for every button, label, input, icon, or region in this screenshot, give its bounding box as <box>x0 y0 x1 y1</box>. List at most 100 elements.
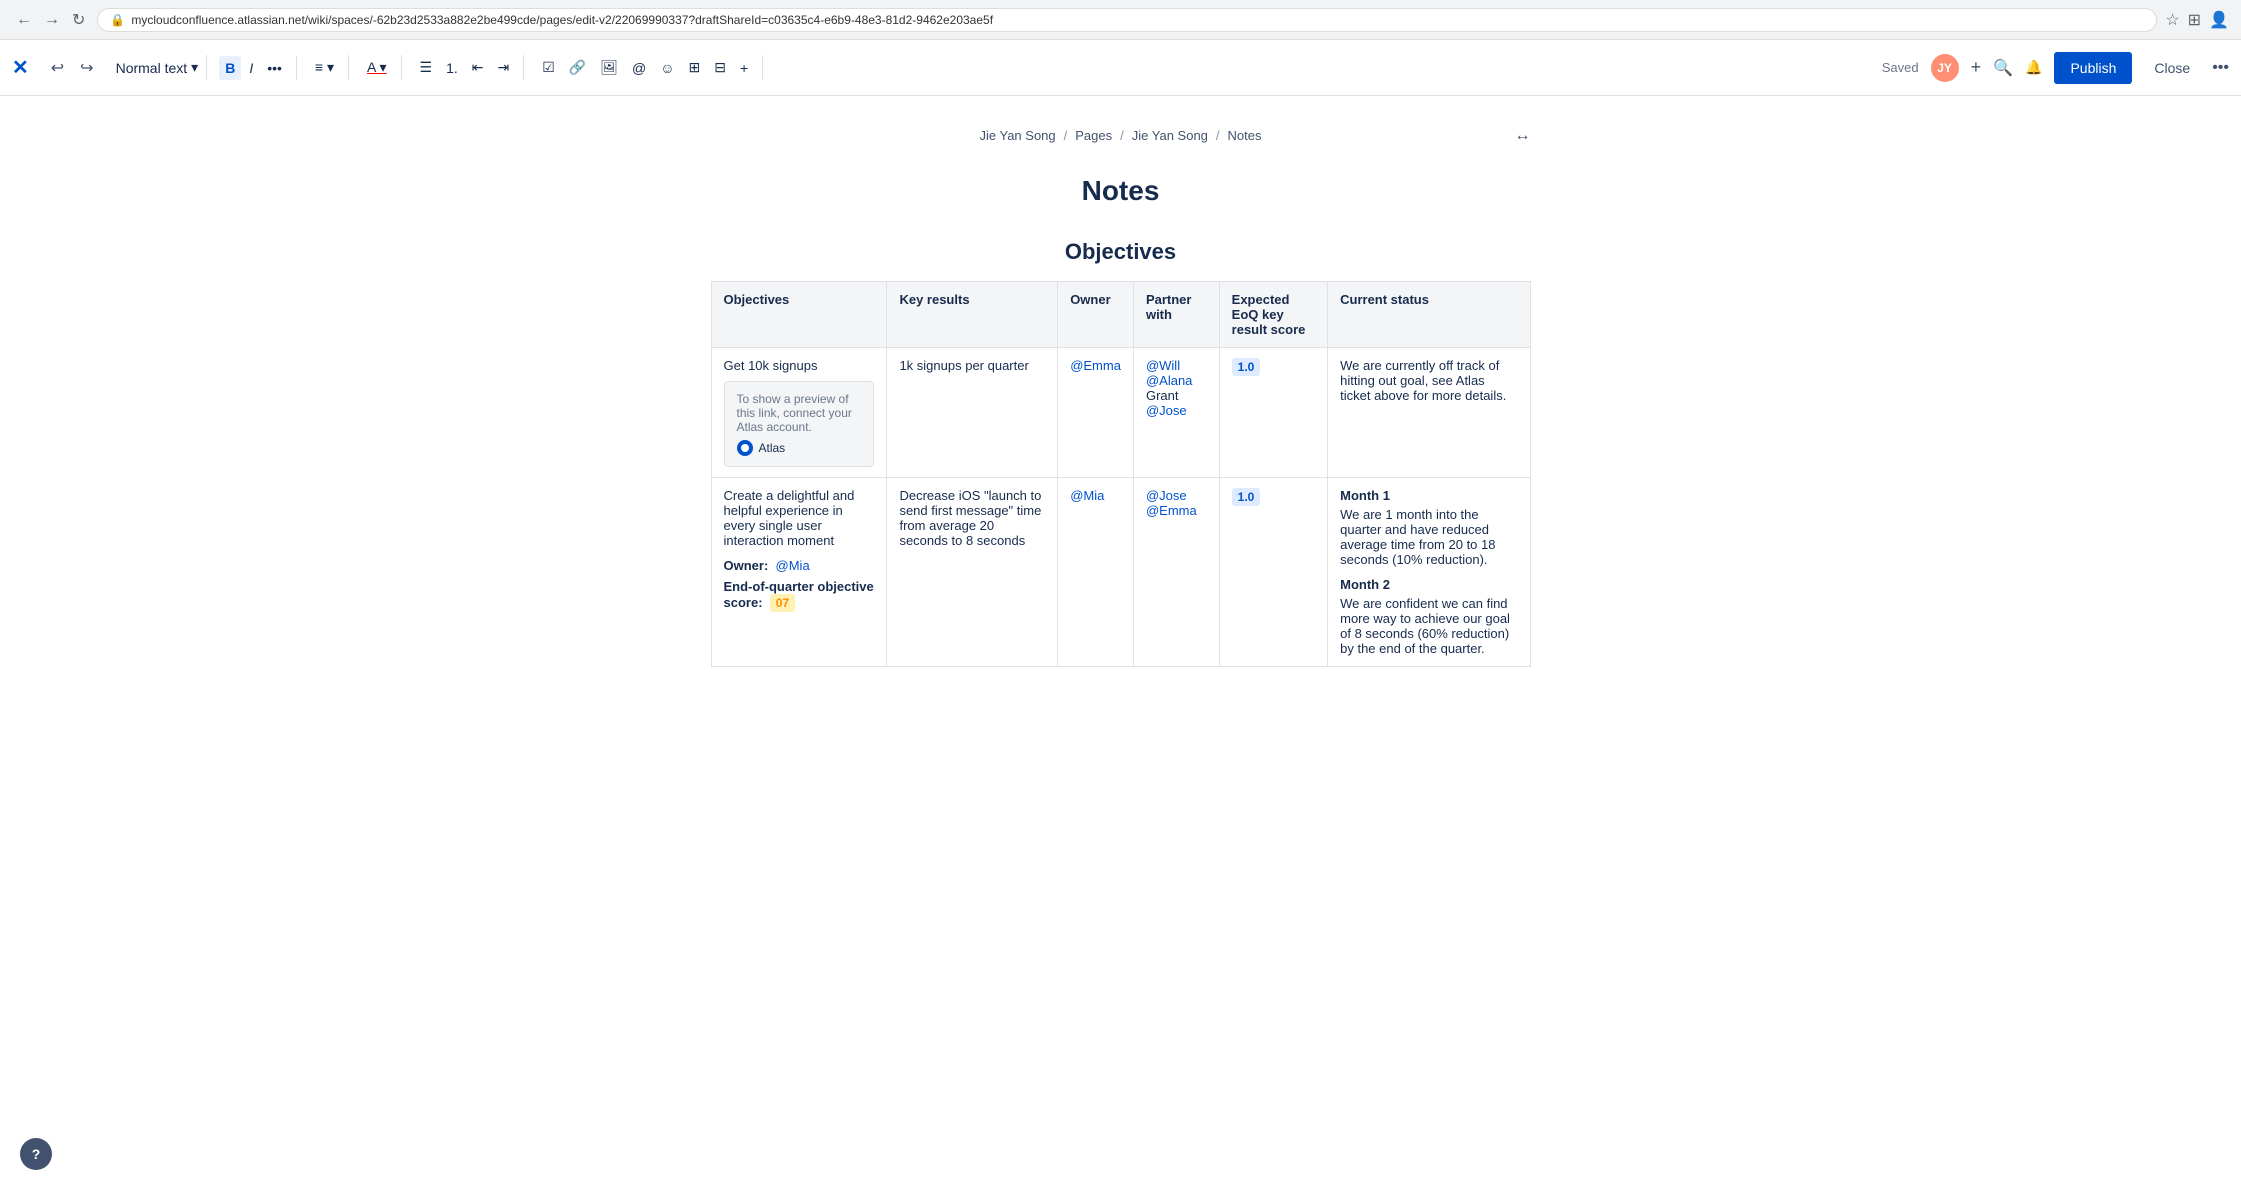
row2-eoq-label: End-of-quarter objective score: <box>724 579 874 610</box>
row1-score-badge: 1.0 <box>1232 358 1261 376</box>
row1-partner-jose[interactable]: @Jose <box>1146 403 1187 418</box>
row2-objective-main: Create a delightful and helpful experien… <box>724 488 875 548</box>
row2-month1-heading: Month 1 <box>1340 488 1517 503</box>
help-button[interactable]: ? <box>20 1138 52 1170</box>
objectives-table: Objectives Key results Owner Partner wit… <box>711 281 1531 667</box>
address-bar[interactable]: 🔒 mycloudconfluence.atlassian.net/wiki/s… <box>97 8 2157 32</box>
ordered-list-button[interactable]: 1. <box>440 56 464 80</box>
page-title[interactable]: Notes <box>711 175 1531 207</box>
breadcrumb: Jie Yan Song / Pages / Jie Yan Song / No… <box>711 120 1531 151</box>
atlas-preview-text: To show a preview of this link, connect … <box>737 392 862 434</box>
breadcrumb-item-author[interactable]: Jie Yan Song <box>1132 128 1208 143</box>
expand-width-button[interactable]: ↔ <box>1515 127 1531 145</box>
col-header-status: Current status <box>1328 282 1530 348</box>
browser-actions: ☆ ⊞ 👤 <box>2165 10 2229 30</box>
row1-key-results: 1k signups per quarter <box>887 348 1058 478</box>
outdent-button[interactable]: ⇤ <box>466 55 490 80</box>
profile-icon[interactable]: 👤 <box>2209 10 2229 30</box>
col-header-score: Expected EoQ key result score <box>1219 282 1327 348</box>
row2-owner-value[interactable]: @Mia <box>776 558 810 573</box>
breadcrumb-separator-3: / <box>1216 128 1220 143</box>
layout-button[interactable]: ⊟ <box>708 55 732 80</box>
breadcrumb-item-space[interactable]: Jie Yan Song <box>980 128 1056 143</box>
image-button[interactable]: 🖼 <box>594 55 624 80</box>
browser-chrome: ← → ↻ 🔒 mycloudconfluence.atlassian.net/… <box>0 0 2241 40</box>
table-button[interactable]: ⊞ <box>683 55 707 80</box>
confluence-logo[interactable]: ✕ <box>12 55 29 80</box>
atlas-link-preview: To show a preview of this link, connect … <box>724 381 875 467</box>
link-button[interactable]: 🔗 <box>563 55 592 80</box>
section-heading-objectives: Objectives <box>711 239 1531 265</box>
more-options-button[interactable]: ••• <box>2212 59 2229 77</box>
row1-objectives: Get 10k signups To show a preview of thi… <box>711 348 887 478</box>
forward-button[interactable]: → <box>40 8 64 32</box>
italic-button[interactable]: I <box>243 56 259 80</box>
text-style-label: Normal text <box>116 60 188 76</box>
search-button[interactable]: 🔍 <box>1993 58 2013 78</box>
mention-button[interactable]: @ <box>626 56 652 80</box>
row2-owner: @Mia <box>1058 478 1134 667</box>
toolbar-right: Saved JY + 🔍 🔔 Publish Close ••• <box>1882 52 2229 84</box>
unordered-list-button[interactable]: ☰ <box>414 55 439 80</box>
avatar[interactable]: JY <box>1931 54 1959 82</box>
confluence-toolbar: ✕ ↩ ↪ Normal text ▾ B I ••• ≡ ▾ A ▾ ☰ 1.… <box>0 40 2241 96</box>
publish-button[interactable]: Publish <box>2054 52 2132 84</box>
breadcrumb-separator-1: / <box>1064 128 1068 143</box>
row1-partner-will[interactable]: @Will <box>1146 358 1180 373</box>
row2-eoq-score: 07 <box>770 594 795 612</box>
row1-score: 1.0 <box>1219 348 1327 478</box>
row1-owner-mention[interactable]: @Emma <box>1070 358 1121 373</box>
row2-owner-line: Owner: @Mia <box>724 558 875 573</box>
atlas-logo: Atlas <box>737 440 862 456</box>
row2-partner-emma[interactable]: @Emma <box>1146 503 1197 518</box>
bold-button[interactable]: B <box>219 56 241 80</box>
back-button[interactable]: ← <box>12 8 36 32</box>
refresh-button[interactable]: ↻ <box>68 8 89 32</box>
bookmark-icon[interactable]: ☆ <box>2165 10 2179 30</box>
align-button[interactable]: ≡ ▾ <box>309 55 340 80</box>
add-collaborator-button[interactable]: + <box>1971 57 1982 78</box>
row1-partner-alana[interactable]: @Alana <box>1146 373 1192 388</box>
indent-button[interactable]: ⇥ <box>491 55 515 80</box>
notification-button[interactable]: 🔔 <box>2025 59 2042 76</box>
row2-owner-mention[interactable]: @Mia <box>1070 488 1104 503</box>
text-color-button[interactable]: A ▾ <box>361 55 392 80</box>
undo-button[interactable]: ↩ <box>45 54 70 82</box>
breadcrumb-item-current: Notes <box>1228 128 1262 143</box>
page-content: Jie Yan Song / Pages / Jie Yan Song / No… <box>671 96 1571 747</box>
insert-more-button[interactable]: + <box>734 56 754 80</box>
row2-eoq-line: End-of-quarter objective score: 07 <box>724 579 875 612</box>
row1-status: We are currently off track of hitting ou… <box>1328 348 1530 478</box>
more-format-button[interactable]: ••• <box>261 56 288 80</box>
atlas-label: Atlas <box>759 441 786 455</box>
text-style-dropdown[interactable]: Normal text ▾ <box>108 55 208 80</box>
breadcrumb-separator-2: / <box>1120 128 1124 143</box>
toolbar-undo-redo: ↩ ↪ <box>45 54 100 82</box>
breadcrumb-item-pages[interactable]: Pages <box>1075 128 1112 143</box>
close-button[interactable]: Close <box>2144 52 2200 84</box>
col-header-partner-with: Partner with <box>1133 282 1219 348</box>
row2-key-results: Decrease iOS "launch to send first messa… <box>887 478 1058 667</box>
row2-month2-text: We are confident we can find more way to… <box>1340 596 1517 656</box>
col-header-owner: Owner <box>1058 282 1134 348</box>
row2-owner-label: Owner: <box>724 558 769 573</box>
redo-button[interactable]: ↪ <box>74 54 99 82</box>
insert-buttons: ☑ 🔗 🖼 @ ☺ ⊞ ⊟ + <box>536 55 763 80</box>
url-text: mycloudconfluence.atlassian.net/wiki/spa… <box>131 13 993 27</box>
row1-owner: @Emma <box>1058 348 1134 478</box>
list-buttons: ☰ 1. ⇤ ⇥ <box>414 55 525 80</box>
table-row: Create a delightful and helpful experien… <box>711 478 1530 667</box>
col-header-objectives: Objectives <box>711 282 887 348</box>
align-buttons: ≡ ▾ <box>309 55 349 80</box>
row2-month1-text: We are 1 month into the quarter and have… <box>1340 507 1517 567</box>
row2-month2-heading: Month 2 <box>1340 577 1517 592</box>
col-header-key-results: Key results <box>887 282 1058 348</box>
row2-partner-jose[interactable]: @Jose <box>1146 488 1187 503</box>
atlas-icon <box>737 440 753 456</box>
task-button[interactable]: ☑ <box>536 55 561 80</box>
emoji-button[interactable]: ☺ <box>654 56 680 80</box>
browser-nav-buttons: ← → ↻ <box>12 8 89 32</box>
format-buttons: B I ••• <box>219 56 297 80</box>
row2-score-badge: 1.0 <box>1232 488 1261 506</box>
extensions-icon[interactable]: ⊞ <box>2188 10 2201 30</box>
